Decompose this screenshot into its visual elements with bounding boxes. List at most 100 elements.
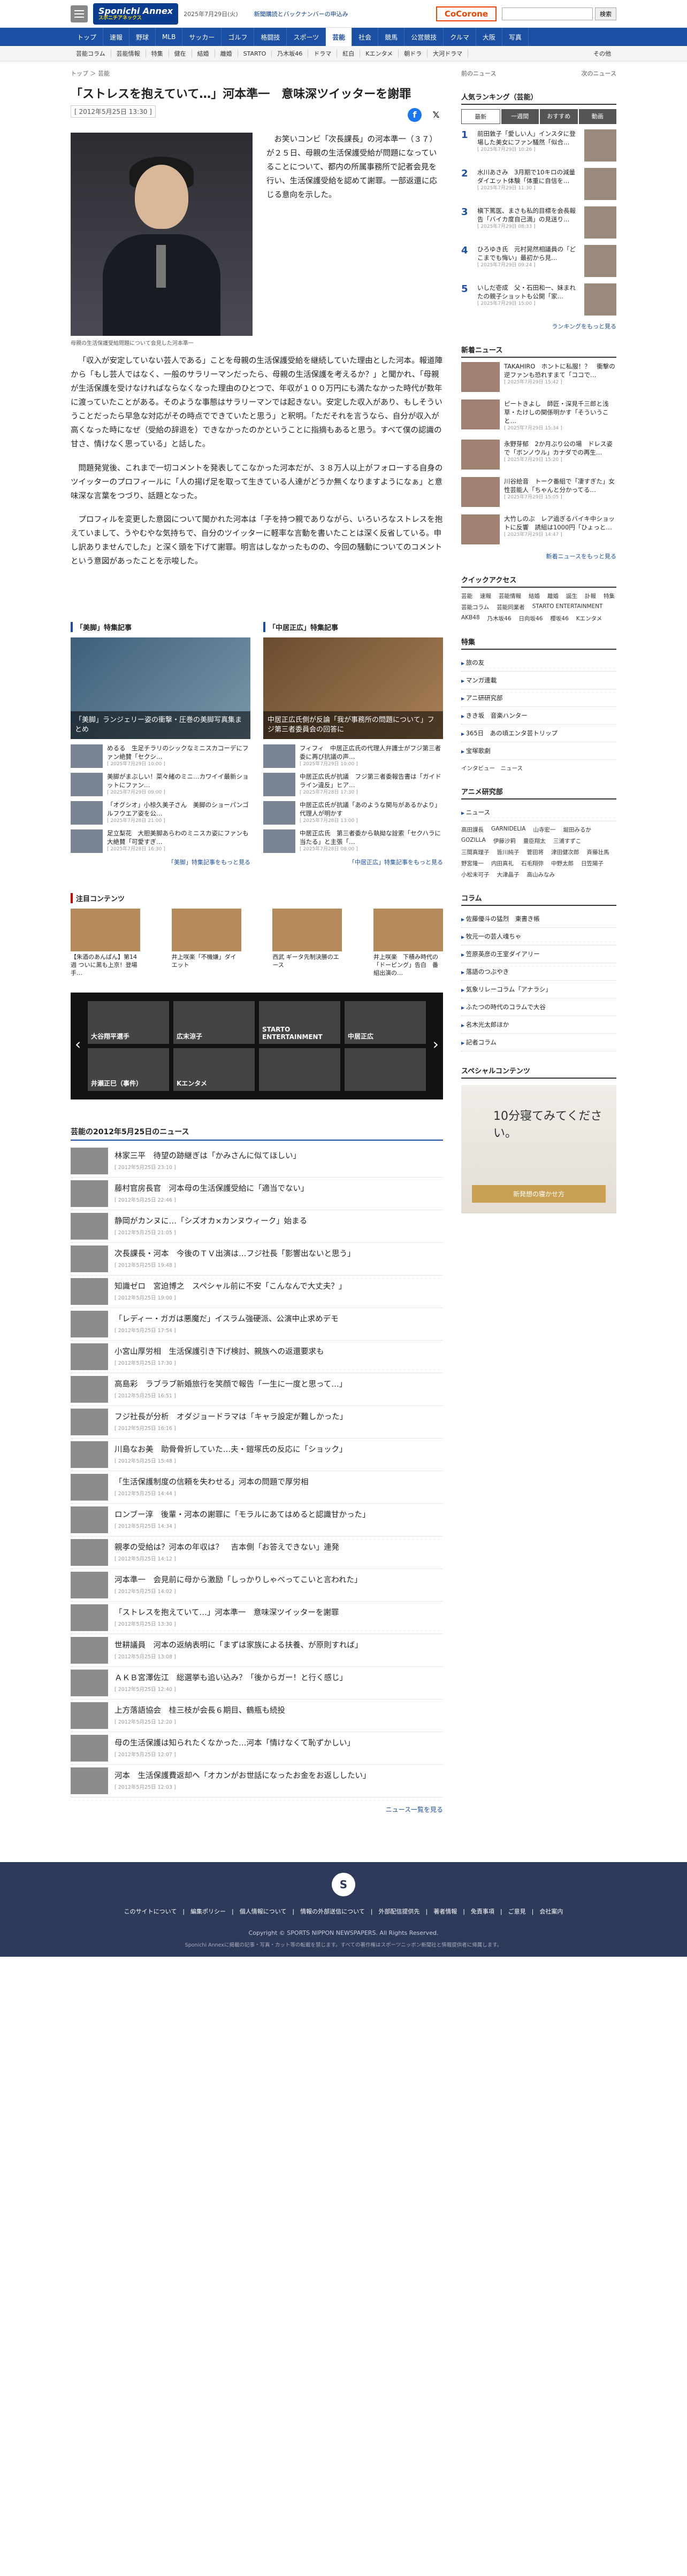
ranking-item[interactable]: 3 槇下篤医、まさも私的目標を会長報告「バイカ度自己満」の見送り…[ 2025年7…: [461, 206, 616, 239]
subnav-item-8[interactable]: ドラマ: [308, 49, 338, 58]
column-link[interactable]: 佐藤優斗の猛烈 東書き帳: [461, 910, 616, 928]
anime-tag-link[interactable]: 石毛翔弥: [521, 859, 544, 867]
prev-news-link[interactable]: 前のニュース: [461, 69, 496, 78]
quick-access-link[interactable]: AKB48: [461, 614, 480, 622]
ranking-tab-1[interactable]: 一週間: [501, 109, 539, 124]
anime-tag-link[interactable]: GARNIDELIA: [491, 826, 525, 834]
carousel-next-icon[interactable]: ›: [433, 1035, 439, 1053]
nav-tab-4[interactable]: サッカー: [182, 28, 222, 46]
feature-link[interactable]: きき坂 音楽ハンター: [461, 707, 616, 725]
footer-links[interactable]: このサイトについて | 編集ポリシー | 個人情報について | 情報の外部送信に…: [0, 1907, 687, 1916]
ranking-item[interactable]: 1 前田敦子「愛しい人」インスタに登場した美女にファン騒然「似合…[ 2025年7…: [461, 129, 616, 162]
latest-news-item[interactable]: 大竹しのぶ レア過ぎるバイキ中ショットに反響 誘組は1000円「ひょっと…[ 2…: [461, 514, 616, 544]
nav-tab-9[interactable]: 社会: [352, 28, 379, 46]
search-input[interactable]: [502, 7, 593, 20]
attention-card[interactable]: 井上咲楽 下積み時代の「ドーピング」告白 番組出演の…: [373, 909, 443, 978]
column-link[interactable]: 気象リレーコラム「アナラシ」: [461, 981, 616, 998]
latest-news-item[interactable]: 永野芽郁 2か月ぶり公の場 ドレス姿で「ボンノウル」カナダでの再生…[ 2025…: [461, 439, 616, 470]
carousel-tile[interactable]: Kエンタメ: [173, 1048, 255, 1091]
anime-tag-link[interactable]: 津田健次郎: [551, 848, 579, 856]
news-list-item[interactable]: 川島なお美 助骨骨折していた…夫・鎧塚氏の反応に「ショック」 [ 2012年5月2…: [71, 1439, 443, 1471]
anime-tag-link[interactable]: 大津晶子: [497, 871, 520, 879]
quick-access-link[interactable]: 芸能同業者: [497, 603, 525, 611]
nav-tab-7[interactable]: スポーツ: [287, 28, 326, 46]
feature-link[interactable]: マンガ連載: [461, 672, 616, 689]
carousel-tile[interactable]: [345, 1048, 426, 1091]
advertisement-banner[interactable]: 10分寝てみてください。 新発想の寝かせ方: [461, 1085, 616, 1213]
column-link[interactable]: 名木光太郎ほか: [461, 1016, 616, 1034]
anime-tag-link[interactable]: 伊藤沙莉: [493, 837, 516, 845]
anime-tag-link[interactable]: 日笠陽子: [581, 859, 604, 867]
ranking-more-link[interactable]: ランキングをもっと見る: [461, 322, 616, 330]
subnav-item-5[interactable]: 離婚: [215, 49, 238, 58]
news-list-item[interactable]: ロンブー淳 後輩・河本の謝罪に「モラルにあてはめると認識甘かった」 [ 2012年…: [71, 1504, 443, 1536]
anime-tag-link[interactable]: 堀田みるか: [563, 826, 591, 834]
news-list-item[interactable]: 高島彩 ラブラブ新婚旅行を笑顔で報告「一生に一度と思って…」 [ 2012年5月2…: [71, 1373, 443, 1406]
column-link[interactable]: 笠原英彦の王室ダイアリー: [461, 945, 616, 963]
feature-link[interactable]: 365日 あの頃エンタ芸トリップ: [461, 725, 616, 742]
site-logo[interactable]: Sponichi Annex スポニチアネックス: [93, 3, 179, 25]
anime-tag-link[interactable]: 斉藤壮馬: [587, 848, 609, 856]
cocorone-banner[interactable]: CoCorone: [436, 6, 497, 21]
nav-tab-11[interactable]: 公営競技: [404, 28, 444, 46]
breadcrumb[interactable]: トップ ＞ 芸能: [71, 69, 443, 78]
anime-tag-link[interactable]: 皆川純子: [497, 848, 520, 856]
carousel-tile[interactable]: STARTO ENTERTAINMENT: [259, 1001, 340, 1044]
latest-news-item[interactable]: 川谷絵音 トーク番組で「凄すぎた」女性芸能人「ちゃんと分かってる…[ 2025年…: [461, 476, 616, 507]
quick-access-link[interactable]: 芸能コラム: [461, 603, 489, 611]
subnav-item-7[interactable]: 乃木坂46: [272, 49, 309, 58]
ranking-item[interactable]: 4 ひろゆき氏 元村晃然相議員の「どこまでも悔い」最初から見…[ 2025年7月2…: [461, 245, 616, 277]
quick-access-link[interactable]: 芸能情報: [499, 592, 521, 600]
news-list-more-link[interactable]: ニュース一覧を見る: [71, 1805, 443, 1814]
column-link[interactable]: 牧元一の芸人魂ちゃ: [461, 928, 616, 945]
special-more-link[interactable]: 「美脚」特集記事をもっと見る: [71, 858, 250, 866]
nav-tab-12[interactable]: クルマ: [444, 28, 476, 46]
column-link[interactable]: 記者コラム: [461, 1034, 616, 1051]
news-list-item[interactable]: 次長課長・河本 今後のＴＶ出演は…フジ社長「影響出ないと思う」 [ 2012年5月…: [71, 1243, 443, 1275]
news-list-item[interactable]: 林家三平 待望の跡継ぎは「かみさんに似てほしい」 [ 2012年5月25日 23:…: [71, 1145, 443, 1178]
feature-link[interactable]: アニ研研究部: [461, 689, 616, 707]
special-list-item[interactable]: 中居正広氏 第三者委から執拗な詮索「セクハラに当たる」と主張「… [ 2025年7…: [263, 829, 443, 853]
latest-news-item[interactable]: ピートきよし 師匠・深見千三郎と浅草・たけしの関係明かす「そういうこと…[ 20…: [461, 399, 616, 432]
subnav-item-1[interactable]: 芸能情報: [111, 49, 146, 58]
nav-tab-5[interactable]: ゴルフ: [222, 28, 255, 46]
carousel-prev-icon[interactable]: ‹: [75, 1035, 81, 1053]
subnav-item-4[interactable]: 結婚: [192, 49, 215, 58]
news-list-item[interactable]: 静岡がカンヌに…「シズオカ×カンヌウィーク」始まる [ 2012年5月25日 21…: [71, 1210, 443, 1243]
quick-access-link[interactable]: 日向坂46: [519, 614, 543, 622]
quick-access-link[interactable]: 櫻坂46: [550, 614, 568, 622]
nav-tab-8[interactable]: 芸能: [326, 28, 353, 46]
subnav-item-11[interactable]: 朝ドラ: [399, 49, 428, 58]
news-list-item[interactable]: 「レディー・ガガは悪魔だ」イスラム強硬派、公演中止求めデモ [ 2012年5月25…: [71, 1308, 443, 1341]
special-list-item[interactable]: フィフィ 中居正広氏の代理人弁護士がフジ第三者委に再び抗議の声… [ 2025年7…: [263, 744, 443, 768]
carousel-tile[interactable]: 中居正広: [345, 1001, 426, 1044]
quick-access-link[interactable]: 乃木坂46: [487, 614, 512, 622]
special-list-item[interactable]: 中居正広氏が抗議 フジ第三者委報告書は「ガイドライン違反」ヒア…[ 2025年7…: [263, 773, 443, 797]
carousel-tile[interactable]: 大谷翔平選手: [88, 1001, 169, 1044]
quick-access-link[interactable]: 訃報: [585, 592, 596, 600]
quick-access-link[interactable]: 結婚: [529, 592, 540, 600]
anime-tag-link[interactable]: 三間真理子: [461, 848, 490, 856]
ranking-item[interactable]: 5 いしだ壱成 父・石田和一、妹まれたの親子ショットも公開「家…[ 2025年7月…: [461, 283, 616, 316]
news-list-item[interactable]: 河本 生活保護費返却へ「オカンがお世話になったお金をお返ししたい」 [ 2012年…: [71, 1765, 443, 1797]
nav-tab-0[interactable]: トップ: [71, 28, 104, 46]
carousel-tile[interactable]: 広末涼子: [173, 1001, 255, 1044]
ranking-tab-0[interactable]: 最新: [461, 109, 500, 124]
nav-tab-6[interactable]: 格闘技: [254, 28, 287, 46]
special-main-image[interactable]: 「美脚」ランジェリー姿の衝撃・圧巻の美脚写真集まとめ: [71, 637, 250, 740]
anime-tag-link[interactable]: GOZILLA: [461, 837, 486, 845]
hamburger-menu-icon[interactable]: [71, 5, 88, 22]
anime-tag-link[interactable]: 山寺宏一: [533, 826, 555, 834]
quick-access-link[interactable]: 離婚: [547, 592, 559, 600]
latest-news-item[interactable]: TAKAHIRO ホントに私服！？ 衝撃の逆ファンも恐れすまて「ココで…[ 20…: [461, 362, 616, 392]
special-list-item[interactable]: めるる 生足チラリのシックなミニスカコーデにファン絶賛「セクシ… [ 2025年7…: [71, 744, 250, 768]
nav-tab-1[interactable]: 速報: [103, 28, 130, 46]
quick-access-link[interactable]: 誕生: [566, 592, 577, 600]
nav-tab-10[interactable]: 競馬: [378, 28, 405, 46]
news-list-item[interactable]: 世耕議員 河本の返納表明に「まずは家族による扶養、が原則すれば」 [ 2012年5…: [71, 1634, 443, 1667]
ranking-tab-2[interactable]: おすすめ: [540, 109, 578, 124]
feature-link[interactable]: 宝塚歌劇: [461, 742, 616, 760]
anime-tag-link[interactable]: 高田課長: [461, 826, 484, 834]
feature-more-links[interactable]: インタビュー ニュース: [461, 764, 523, 772]
nav-tab-3[interactable]: MLB: [156, 28, 183, 46]
